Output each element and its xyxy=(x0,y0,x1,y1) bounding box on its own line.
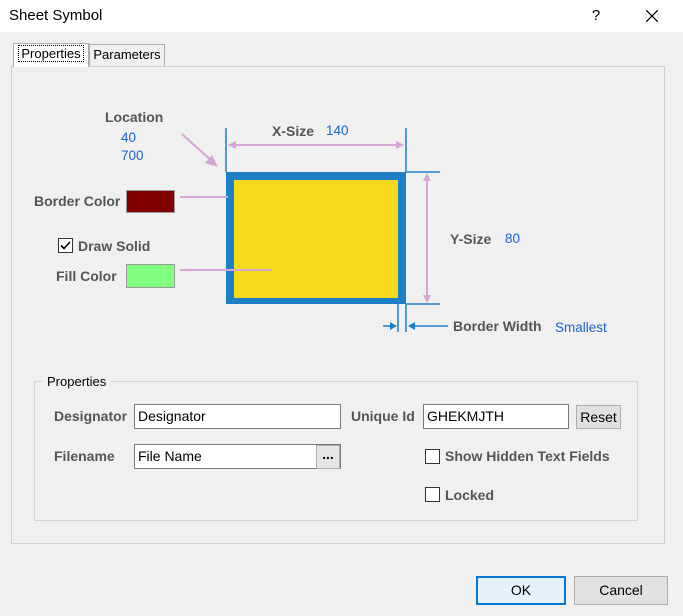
sheet-symbol-diagram xyxy=(180,128,448,332)
border-width-value[interactable]: Smallest xyxy=(555,320,607,335)
designator-label: Designator xyxy=(54,408,128,424)
show-hidden-label: Show Hidden Text Fields xyxy=(445,448,610,464)
locked-checkbox[interactable] xyxy=(425,487,440,502)
location-x-value: 40 xyxy=(121,130,137,145)
draw-solid-checkbox[interactable] xyxy=(58,238,73,253)
browse-button[interactable]: ... xyxy=(316,445,340,469)
tab-properties[interactable]: Properties xyxy=(13,43,89,67)
border-width-arrow-left xyxy=(390,322,397,330)
locked-label: Locked xyxy=(445,487,495,503)
ysize-label: Y-Size xyxy=(450,231,492,247)
border-width-arrow-right xyxy=(408,322,415,330)
unique-id-label: Unique Id xyxy=(351,408,415,424)
ok-button[interactable]: OK xyxy=(476,576,566,605)
ysize-arrow-top xyxy=(423,173,431,181)
fill-color-label: Fill Color xyxy=(56,268,117,284)
xsize-label: X-Size xyxy=(272,123,315,139)
location-arrow xyxy=(181,133,214,163)
ysize-value: 80 xyxy=(505,231,521,246)
border-color-label: Border Color xyxy=(34,193,121,209)
cancel-button[interactable]: Cancel xyxy=(574,576,668,605)
checkmark-icon xyxy=(60,241,71,250)
location-y-value: 700 xyxy=(121,148,144,163)
filename-label: Filename xyxy=(54,448,115,464)
xsize-arrow-right xyxy=(396,141,404,149)
xsize-arrow-left xyxy=(228,141,236,149)
tab-properties-label: Properties xyxy=(18,45,84,62)
properties-group-title: Properties xyxy=(42,374,112,389)
border-width-label: Border Width xyxy=(453,318,542,334)
ysize-arrow-bottom xyxy=(423,295,431,303)
location-label: Location xyxy=(105,109,164,125)
border-color-swatch[interactable] xyxy=(126,190,175,213)
sheet-symbol-fill xyxy=(234,180,398,298)
reset-button[interactable]: Reset xyxy=(576,405,621,429)
designator-input[interactable]: Designator xyxy=(134,404,341,429)
draw-solid-label: Draw Solid xyxy=(78,238,151,254)
show-hidden-checkbox[interactable] xyxy=(425,449,440,464)
fill-color-swatch[interactable] xyxy=(126,264,175,288)
unique-id-input[interactable]: GHEKMJTH xyxy=(423,404,569,429)
xsize-value: 140 xyxy=(326,123,349,138)
filename-input[interactable]: File Name xyxy=(134,444,341,469)
